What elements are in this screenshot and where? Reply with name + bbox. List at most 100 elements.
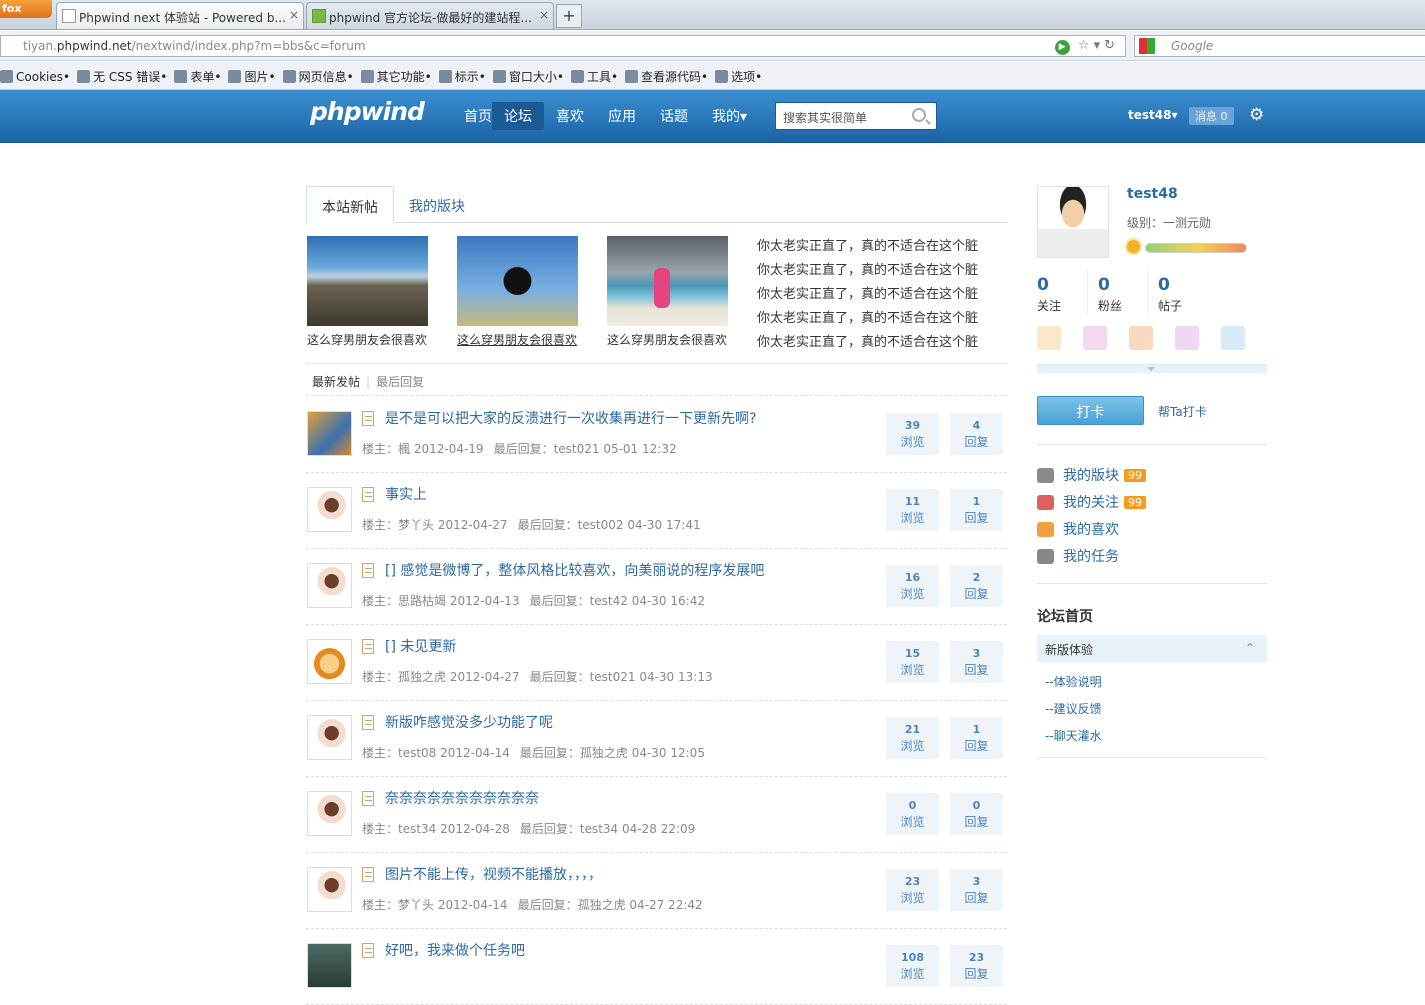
avatar[interactable] [307, 563, 352, 608]
featured-image[interactable] [307, 236, 428, 326]
tab-new-posts[interactable]: 本站新帖 [306, 186, 394, 223]
checkin-button[interactable]: 打卡 [1037, 396, 1144, 425]
bookmark-label: 图片• [244, 70, 276, 84]
nav-item[interactable]: 话题 [648, 102, 700, 130]
crown-medal-icon[interactable] [1083, 326, 1107, 350]
bookmark-menu[interactable]: 图片• [228, 68, 276, 85]
bookmark-menu[interactable]: 表单• [174, 68, 221, 85]
bookmark-menu[interactable]: 查看源代码• [625, 68, 708, 85]
thread-title[interactable]: 事实上 [385, 484, 427, 504]
thread-title[interactable]: [] 感觉是微博了，整体风格比较喜欢，向美丽说的程序发展吧 [385, 560, 764, 580]
star-medal-icon[interactable] [1175, 326, 1199, 350]
stat-following[interactable]: 0 关注 [1037, 275, 1097, 314]
thread-title[interactable]: 图片不能上传，视频不能播放，，，， [385, 864, 602, 884]
avatar[interactable] [1037, 186, 1109, 258]
nav-item[interactable]: 论坛 [492, 102, 544, 130]
cake-medal-icon[interactable] [1129, 326, 1153, 350]
site-logo[interactable]: phpwind [310, 97, 425, 126]
bookmark-menu[interactable]: 其它功能• [360, 68, 432, 85]
bookmark-menu[interactable]: 选项• [715, 68, 762, 85]
sidebar-link[interactable]: 我的任务 [1037, 546, 1119, 566]
thread-last-reply: 最后回复：test002 04-30 17:41 [517, 518, 701, 532]
expand-medals-toggle[interactable] [1037, 364, 1267, 373]
bookmark-menu[interactable]: 标示• [438, 68, 486, 85]
new-tab-button[interactable]: + [556, 4, 582, 28]
thread-title[interactable]: [] 未见更新 [385, 636, 456, 656]
forum-sub-link[interactable]: --建议反馈 [1045, 700, 1102, 717]
stat-fans[interactable]: 0 粉丝 [1098, 275, 1158, 314]
dropdown-icon[interactable]: ▾ [1094, 38, 1105, 53]
sidebar-link[interactable]: 我的关注 99 [1037, 492, 1146, 512]
user-menu[interactable]: test48▾ [1128, 108, 1177, 122]
bookmark-menu[interactable]: Cookies• [0, 70, 70, 84]
headline-link[interactable]: 你太老实正直了，真的不适合在这个脏 [757, 283, 997, 302]
headline-link[interactable]: 你太老实正直了，真的不适合在这个脏 [757, 307, 997, 326]
featured-image[interactable] [607, 236, 728, 326]
bookmark-menu[interactable]: 网页信息• [282, 68, 354, 85]
bookmark-star-icon[interactable]: ☆ [1078, 38, 1094, 53]
divider: | [366, 375, 371, 389]
avatar[interactable] [307, 791, 352, 836]
replies-label: 回复 [964, 435, 989, 449]
search-input[interactable]: 搜索其实很简单 [775, 102, 937, 130]
nav-item[interactable]: 应用 [596, 102, 648, 130]
bookmark-label: 其它功能• [376, 70, 432, 84]
headline-link[interactable]: 你太老实正直了，真的不适合在这个脏 [757, 331, 997, 350]
avatar[interactable] [307, 715, 352, 760]
help-checkin-link[interactable]: 帮Ta打卡 [1158, 403, 1207, 420]
sort-latest-replies[interactable]: 最后回复 [376, 375, 424, 389]
firefox-menu-button[interactable]: fox [0, 0, 52, 18]
sort-latest-posts[interactable]: 最新发帖 [312, 375, 360, 389]
avatar[interactable] [307, 867, 352, 912]
headline-link[interactable]: 你太老实正直了，真的不适合在这个脏 [757, 235, 997, 254]
search-icon[interactable] [912, 108, 926, 122]
thread-title[interactable]: 新版咋感觉没多少功能了呢 [385, 712, 553, 732]
avatar[interactable] [307, 639, 352, 684]
thread-title[interactable]: 是不是可以把大家的反溃进行一次收集再进行一下更新先啊? [385, 408, 756, 428]
go-icon[interactable]: ▶ [1054, 40, 1070, 55]
replies-label: 回复 [964, 815, 989, 829]
bookmark-menu[interactable]: 工具• [570, 68, 618, 85]
avatar[interactable] [307, 487, 352, 532]
google-icon[interactable] [1139, 38, 1155, 54]
stat-posts[interactable]: 0 帖子 [1158, 275, 1218, 314]
avatar[interactable] [307, 411, 352, 456]
thread-title[interactable]: 奈奈奈奈奈奈奈奈奈奈奈 [385, 788, 539, 808]
address-bar[interactable]: tiyan.phpwind.net/nextwind/index.php?m=b… [0, 35, 1126, 57]
views-count: 21 浏览 [886, 717, 939, 759]
thread-last-reply: 最后回复：孤独之虎 04-27 22:42 [517, 898, 703, 912]
featured-caption[interactable]: 这么穿男朋友会很喜欢 [457, 331, 577, 348]
chevron-up-icon[interactable]: ⌃ [1245, 641, 1255, 655]
featured-caption[interactable]: 这么穿男朋友会很喜欢 [607, 331, 727, 348]
browser-tab[interactable]: phpwind 官方论坛-做最好的建站程... × [306, 2, 554, 29]
home-medal-icon[interactable] [1037, 326, 1061, 350]
forum-group[interactable]: 新版体验 ⌃ [1037, 635, 1267, 662]
profile-username[interactable]: test48 [1127, 186, 1178, 202]
close-icon[interactable]: × [289, 8, 299, 22]
search-engine-box[interactable]: Google [1134, 35, 1425, 57]
headline-link[interactable]: 你太老实正直了，真的不适合在这个脏 [757, 259, 997, 278]
sidebar-link[interactable]: 我的喜欢 [1037, 519, 1119, 539]
forum-home-title[interactable]: 论坛首页 [1037, 606, 1093, 626]
gear-icon[interactable]: ⚙ [1249, 105, 1264, 125]
stat-label: 帖子 [1158, 299, 1183, 313]
close-icon[interactable]: × [539, 8, 549, 22]
forum-sub-link[interactable]: --体验说明 [1045, 673, 1102, 690]
bookmark-menu[interactable]: 窗口大小• [492, 68, 564, 85]
browser-tab-active[interactable]: Phpwind next 体验站 - Powered b... × [56, 2, 304, 29]
nav-item[interactable]: 喜欢 [544, 102, 596, 130]
messages-badge[interactable]: 消息 0 [1189, 107, 1234, 125]
reload-icon[interactable]: ↻ [1104, 38, 1119, 53]
ribbon-medal-icon[interactable] [1221, 326, 1245, 350]
replies-value: 4 [972, 419, 981, 432]
nav-item[interactable]: 我的▾ [700, 102, 759, 130]
sidebar-link[interactable]: 我的版块 99 [1037, 465, 1146, 485]
forum-sub-link[interactable]: --聊天灌水 [1045, 727, 1102, 744]
views-count: 0 浏览 [886, 793, 939, 835]
tab-my-forums[interactable]: 我的版块 [394, 186, 480, 223]
thread-title[interactable]: 好吧，我来做个任务吧 [385, 940, 525, 960]
featured-image[interactable] [457, 236, 578, 326]
avatar[interactable] [307, 943, 352, 988]
featured-caption[interactable]: 这么穿男朋友会很喜欢 [307, 331, 427, 348]
bookmark-menu[interactable]: 无 CSS 错误• [77, 68, 167, 85]
